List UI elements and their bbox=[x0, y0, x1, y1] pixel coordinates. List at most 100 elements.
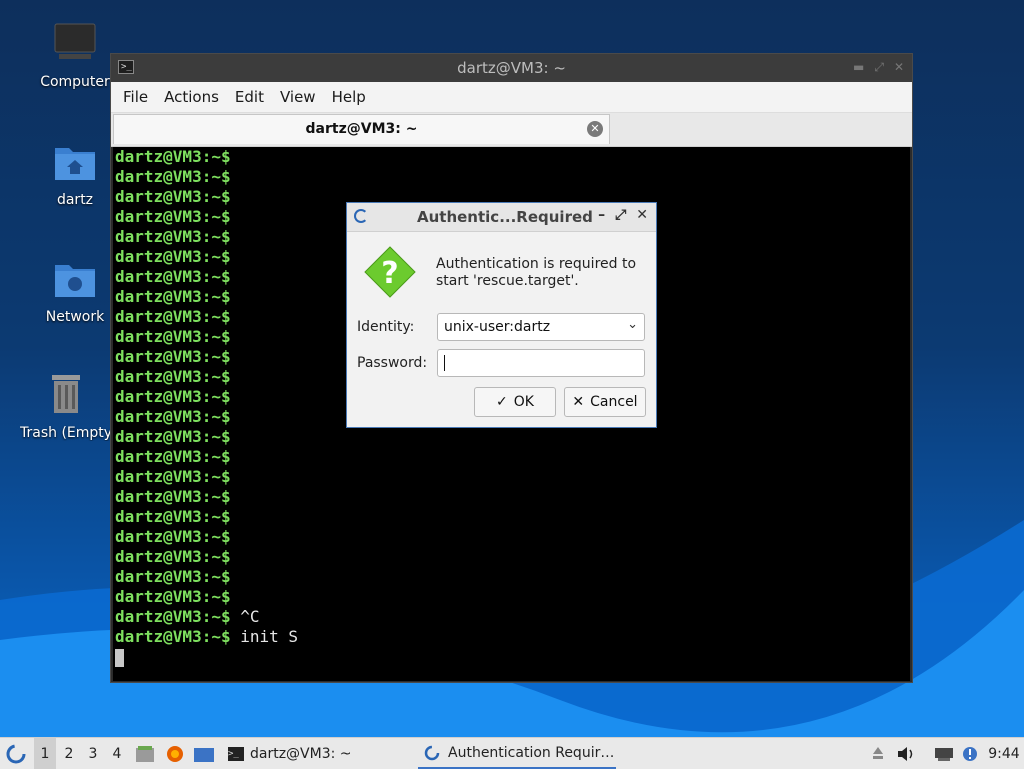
task-auth-dialog[interactable]: Authentication Requir… bbox=[418, 738, 616, 769]
trash-icon bbox=[44, 373, 88, 417]
maximize-icon[interactable]: ⤢ bbox=[874, 60, 884, 75]
terminal-line: dartz@VM3:~$ bbox=[113, 147, 910, 167]
terminal-prompt: dartz@VM3:~$ bbox=[115, 267, 231, 286]
terminal-prompt: dartz@VM3:~$ bbox=[115, 467, 231, 486]
minimize-icon[interactable]: – bbox=[598, 207, 605, 223]
workspace-2[interactable]: 2 bbox=[58, 738, 80, 769]
terminal-prompt: dartz@VM3:~$ bbox=[115, 627, 231, 646]
text-caret bbox=[444, 355, 445, 371]
terminal-titlebar[interactable]: >_ dartz@VM3: ~ ▬ ⤢ ✕ bbox=[111, 54, 912, 82]
close-icon[interactable]: ✕ bbox=[636, 207, 648, 223]
password-field[interactable] bbox=[437, 349, 645, 377]
password-label: Password: bbox=[357, 355, 428, 371]
terminal-prompt: dartz@VM3:~$ bbox=[115, 347, 231, 366]
workspace-1[interactable]: 1 bbox=[34, 738, 56, 769]
terminal-line: dartz@VM3:~$ bbox=[113, 547, 910, 567]
desktop-icon-trash[interactable]: Trash (Empty) bbox=[20, 373, 112, 441]
cancel-button-label: Cancel bbox=[590, 394, 638, 410]
terminal-prompt: dartz@VM3:~$ bbox=[115, 287, 231, 306]
network-icon[interactable] bbox=[933, 738, 955, 769]
desktop-icon-label: Trash (Empty) bbox=[20, 425, 112, 441]
tab-close-icon[interactable]: ✕ bbox=[587, 121, 603, 137]
auth-dialog-title: Authentic...Required bbox=[417, 208, 593, 226]
menu-actions[interactable]: Actions bbox=[156, 88, 227, 106]
identity-value: unix-user:dartz bbox=[444, 319, 551, 335]
taskbar: 1 2 3 4 >_ dartz@VM3: ~ Authentication R… bbox=[0, 737, 1024, 769]
terminal-prompt: dartz@VM3:~$ bbox=[115, 187, 231, 206]
terminal-line: dartz@VM3:~$ bbox=[113, 447, 910, 467]
svg-text:?: ? bbox=[381, 256, 398, 291]
menu-file[interactable]: File bbox=[115, 88, 156, 106]
show-desktop-icon[interactable] bbox=[193, 738, 215, 769]
terminal-prompt: dartz@VM3:~$ bbox=[115, 427, 231, 446]
terminal-prompt: dartz@VM3:~$ bbox=[115, 167, 231, 186]
terminal-prompt: dartz@VM3:~$ bbox=[115, 207, 231, 226]
eject-icon[interactable] bbox=[870, 738, 886, 769]
lxqt-icon bbox=[424, 745, 440, 760]
terminal-tabbar: dartz@VM3: ~ ✕ bbox=[111, 113, 912, 147]
ok-button[interactable]: ✓ OK bbox=[474, 387, 556, 417]
home-folder-icon bbox=[53, 140, 97, 184]
x-icon: ✕ bbox=[572, 394, 585, 410]
terminal-line: dartz@VM3:~$ init S bbox=[113, 627, 910, 647]
terminal-prompt: dartz@VM3:~$ bbox=[115, 607, 231, 626]
terminal-prompt: dartz@VM3:~$ bbox=[115, 487, 231, 506]
terminal-prompt: dartz@VM3:~$ bbox=[115, 227, 231, 246]
terminal-prompt: dartz@VM3:~$ bbox=[115, 547, 231, 566]
identity-select[interactable]: unix-user:dartz ⌄ bbox=[437, 313, 645, 341]
terminal-prompt: dartz@VM3:~$ bbox=[115, 307, 231, 326]
terminal-cursor bbox=[115, 648, 124, 667]
terminal-icon: >_ bbox=[228, 746, 244, 761]
lxqt-icon bbox=[354, 209, 368, 223]
terminal-window-title: dartz@VM3: ~ bbox=[457, 59, 566, 77]
start-menu-button[interactable] bbox=[4, 738, 28, 769]
terminal-line: dartz@VM3:~$ ^C bbox=[113, 607, 910, 627]
firefox-icon[interactable] bbox=[164, 738, 186, 769]
clock[interactable]: 9:44 bbox=[988, 738, 1020, 769]
auth-dialog[interactable]: Authentic...Required – ⤢ ✕ ? Authenticat… bbox=[346, 202, 657, 428]
computer-icon bbox=[53, 22, 97, 66]
volume-icon[interactable] bbox=[897, 738, 917, 769]
terminal-prompt: dartz@VM3:~$ bbox=[115, 567, 231, 586]
task-terminal[interactable]: >_ dartz@VM3: ~ bbox=[222, 738, 418, 769]
terminal-tab-title: dartz@VM3: ~ bbox=[305, 121, 418, 137]
ok-button-label: OK bbox=[513, 394, 534, 410]
terminal-line: dartz@VM3:~$ bbox=[113, 567, 910, 587]
terminal-line: dartz@VM3:~$ bbox=[113, 427, 910, 447]
terminal-menubar: File Actions Edit View Help bbox=[111, 82, 912, 113]
workspace-3[interactable]: 3 bbox=[82, 738, 104, 769]
terminal-tab[interactable]: dartz@VM3: ~ ✕ bbox=[113, 114, 610, 144]
terminal-command: ^C bbox=[230, 607, 260, 626]
auth-dialog-titlebar[interactable]: Authentic...Required – ⤢ ✕ bbox=[347, 203, 656, 232]
terminal-command: init S bbox=[230, 627, 299, 646]
terminal-prompt: dartz@VM3:~$ bbox=[115, 247, 231, 266]
auth-message: Authentication is required to start 'res… bbox=[436, 256, 637, 289]
check-icon: ✓ bbox=[496, 394, 508, 410]
network-folder-icon bbox=[53, 257, 97, 301]
terminal-prompt: dartz@VM3:~$ bbox=[115, 447, 231, 466]
terminal-line: dartz@VM3:~$ bbox=[113, 527, 910, 547]
chevron-down-icon: ⌄ bbox=[627, 317, 638, 332]
task-label: dartz@VM3: ~ bbox=[250, 745, 352, 762]
terminal-prompt: dartz@VM3:~$ bbox=[115, 507, 231, 526]
terminal-prompt: dartz@VM3:~$ bbox=[115, 407, 231, 426]
file-manager-icon[interactable] bbox=[134, 738, 156, 769]
terminal-prompt: dartz@VM3:~$ bbox=[115, 387, 231, 406]
workspace-4[interactable]: 4 bbox=[106, 738, 128, 769]
terminal-line: dartz@VM3:~$ bbox=[113, 507, 910, 527]
terminal-line: dartz@VM3:~$ bbox=[113, 167, 910, 187]
close-icon[interactable]: ✕ bbox=[894, 60, 904, 75]
terminal-prompt: dartz@VM3:~$ bbox=[115, 367, 231, 386]
notification-icon[interactable] bbox=[960, 738, 980, 769]
cancel-button[interactable]: ✕ Cancel bbox=[564, 387, 646, 417]
terminal-cursor-line bbox=[113, 647, 910, 667]
terminal-prompt: dartz@VM3:~$ bbox=[115, 147, 231, 166]
question-icon: ? bbox=[364, 246, 416, 298]
lxqt-icon bbox=[6, 744, 26, 763]
terminal-line: dartz@VM3:~$ bbox=[113, 587, 910, 607]
minimize-icon[interactable]: ▬ bbox=[853, 60, 864, 75]
menu-edit[interactable]: Edit bbox=[227, 88, 272, 106]
maximize-icon[interactable]: ⤢ bbox=[615, 207, 626, 223]
menu-help[interactable]: Help bbox=[324, 88, 374, 106]
menu-view[interactable]: View bbox=[272, 88, 324, 106]
